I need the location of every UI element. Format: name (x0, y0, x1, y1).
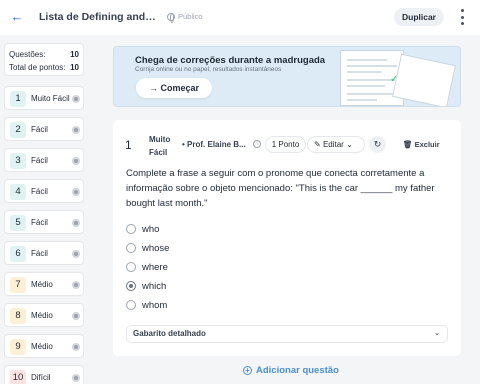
option-text: whose (142, 242, 170, 254)
difficulty-label: Médio (31, 311, 53, 320)
question-number-badge: 10 (10, 370, 26, 384)
option-text: where (142, 261, 168, 273)
status-dot-icon (72, 343, 80, 351)
sidebar-question-item[interactable]: 7 Médio (4, 272, 84, 296)
difficulty-label: Muito Fácil (31, 94, 70, 103)
question-number-badge: 6 (10, 246, 26, 262)
arrow-right-icon: → (148, 83, 158, 93)
total-points-label: Total de pontos: (9, 63, 66, 72)
question-card: 1 Muito Fácil • Prof. Elaine B... i 1 Po… (113, 120, 461, 356)
answer-option[interactable]: whose (126, 241, 169, 255)
sidebar-question-item[interactable]: 8 Médio (4, 303, 84, 327)
option-text: whom (142, 299, 168, 311)
duplicate-button[interactable]: Duplicar (394, 8, 444, 26)
question-number-badge: 5 (10, 215, 26, 231)
status-dot-icon (72, 281, 80, 289)
delete-button[interactable]: 🗑 Excluir (403, 140, 440, 149)
globe-icon (167, 12, 175, 23)
info-icon[interactable]: i (253, 140, 261, 148)
pencil-icon: ✎ (314, 140, 321, 149)
banner-title: Chega de correções durante a madrugada (135, 55, 326, 66)
answer-option[interactable]: which (126, 279, 166, 293)
add-question-button[interactable]: + Adicionar questão (243, 365, 339, 376)
visibility-badge: Público (167, 12, 203, 23)
difficulty-label: Médio (31, 280, 53, 289)
refresh-icon[interactable]: ↻ (369, 136, 386, 153)
total-points-value: 10 (70, 63, 79, 72)
option-text: which (142, 280, 167, 292)
question-number-badge: 2 (10, 122, 26, 138)
question-difficulty: Muito Fácil (149, 135, 171, 157)
status-dot-icon (72, 188, 80, 196)
sidebar-question-item[interactable]: 3 Fácil (4, 148, 84, 172)
top-bar: ← Lista de Defining and non d... Público… (0, 0, 480, 35)
back-arrow-icon[interactable]: ← (10, 10, 24, 24)
more-options-icon[interactable] (458, 9, 466, 25)
difficulty-label: Fácil (31, 156, 48, 165)
status-dot-icon (72, 250, 80, 258)
question-number-badge: 1 (10, 91, 26, 107)
answer-key-dropdown[interactable]: Gabarito detalhado ⌄ (126, 325, 448, 343)
delete-label: Excluir (414, 140, 440, 149)
difficulty-label: Fácil (31, 125, 48, 134)
status-dot-icon (72, 157, 80, 165)
difficulty-label: Fácil (31, 218, 48, 227)
page-title: Lista de Defining and non d... (39, 11, 157, 23)
points-selector[interactable]: 1 Ponto (265, 136, 306, 153)
difficulty-label: Médio (31, 342, 53, 351)
start-button-label: Começar (160, 83, 200, 93)
answer-option[interactable]: whom (126, 298, 167, 312)
summary-panel: Questões: 10 Total de pontos: 10 (4, 43, 84, 76)
status-dot-icon (72, 312, 80, 320)
radio-selected-icon[interactable] (126, 281, 136, 291)
questions-count-label: Questões: (9, 50, 46, 59)
radio-icon[interactable] (126, 262, 136, 272)
sidebar-question-item[interactable]: 9 Médio (4, 334, 84, 358)
banner-subtitle: Corrija online ou no papel, resultados i… (135, 66, 282, 73)
plus-circle-icon: + (243, 366, 252, 375)
visibility-label: Público (178, 12, 203, 21)
status-dot-icon (72, 126, 80, 134)
question-number-badge: 4 (10, 184, 26, 200)
question-author: • Prof. Elaine B... (182, 140, 246, 149)
radio-icon[interactable] (126, 243, 136, 253)
status-dot-icon (72, 95, 80, 103)
trash-icon: 🗑 (403, 140, 413, 149)
sidebar-question-item[interactable]: 6 Fácil (4, 241, 84, 265)
chevron-down-icon: ⌄ (346, 140, 353, 149)
question-number-badge: 8 (10, 308, 26, 324)
question-number-badge: 9 (10, 339, 26, 355)
start-button[interactable]: → Começar (136, 78, 212, 98)
status-dot-icon (72, 374, 80, 382)
status-dot-icon (72, 219, 80, 227)
answer-option[interactable]: where (126, 260, 168, 274)
sidebar-question-item[interactable]: 4 Fácil (4, 179, 84, 203)
radio-icon[interactable] (126, 224, 136, 234)
question-number-badge: 7 (10, 277, 26, 293)
option-text: who (142, 223, 160, 235)
add-question-label: Adicionar questão (256, 365, 339, 376)
question-statement: Complete a frase a seguir com o pronome … (126, 168, 435, 209)
question-number: 1 (125, 138, 132, 152)
radio-icon[interactable] (126, 300, 136, 310)
author-name: Prof. Elaine B... (187, 140, 246, 149)
sidebar-question-item[interactable]: 2 Fácil (4, 117, 84, 141)
chevron-down-icon: ⌄ (434, 330, 440, 337)
sidebar-question-item[interactable]: 10 Difícil (4, 365, 84, 384)
sidebar-question-item[interactable]: 5 Fácil (4, 210, 84, 234)
edit-label: Editar (322, 140, 344, 149)
promo-banner: Chega de correções durante a madrugada C… (113, 46, 461, 107)
sidebar-question-item[interactable]: 1 Muito Fácil (4, 86, 84, 110)
difficulty-label: Fácil (31, 249, 48, 258)
answer-option[interactable]: who (126, 222, 159, 236)
answer-key-label: Gabarito detalhado (133, 329, 206, 338)
difficulty-label: Fácil (31, 187, 48, 196)
difficulty-label: Difícil (31, 373, 51, 382)
edit-button[interactable]: ✎ Editar ⌄ (307, 136, 365, 153)
questions-count-value: 10 (70, 50, 79, 59)
question-number-badge: 3 (10, 153, 26, 169)
